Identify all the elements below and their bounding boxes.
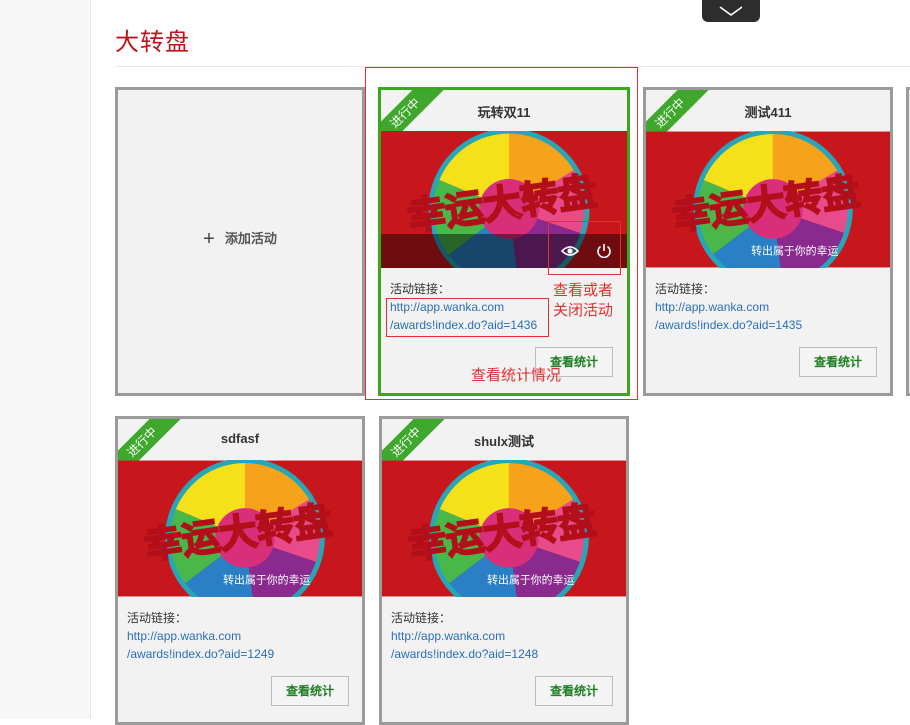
activity-link-label: 活动链接： xyxy=(390,282,451,296)
power-icon[interactable] xyxy=(595,242,613,260)
annotation-view-close-line2: 关闭活动 xyxy=(553,302,614,319)
activity-banner: 幸运大转盘 转出属于你的幸运 xyxy=(646,131,890,268)
activity-banner: 幸运大转盘 xyxy=(381,131,627,268)
activity-link-label: 活动链接： xyxy=(127,611,188,625)
activity-link[interactable]: http://app.wanka.com xyxy=(391,629,505,643)
view-stats-button[interactable]: 查看统计 xyxy=(535,676,613,706)
activity-link[interactable]: http://app.wanka.com xyxy=(390,300,504,314)
hover-action-bar xyxy=(381,234,627,268)
activity-link-path[interactable]: /awards!index.do?aid=1436 xyxy=(390,318,537,332)
activity-link[interactable]: http://app.wanka.com xyxy=(127,629,241,643)
banner-subtitle: 转出属于你的幸运 xyxy=(751,244,838,258)
activity-card: sdfasf 进行中 幸运大转盘 转出属于你的幸运 活动链接： http://a… xyxy=(115,416,365,725)
add-activity-card[interactable]: + 添加活动 xyxy=(115,87,365,396)
activity-link-path[interactable]: /awards!index.do?aid=1248 xyxy=(391,647,538,661)
lucky-wheel-banner: 幸运大转盘 转出属于你的幸运 xyxy=(382,460,626,597)
banner-subtitle: 转出属于你的幸运 xyxy=(223,573,310,587)
activity-card: 测试411 进行中 幸运大转盘 转出属于你的幸运 活动链接： http://ap… xyxy=(643,87,893,396)
activity-card: shulx测试 进行中 幸运大转盘 转出属于你的幸运 活动链接： http://… xyxy=(379,416,629,725)
chevron-down-icon xyxy=(719,6,743,16)
add-activity-label: 添加活动 xyxy=(224,231,277,246)
lucky-wheel-banner: 幸运大转盘 转出属于你的幸运 xyxy=(646,131,890,268)
activity-card: 玩转双11 进行中 幸运大转盘 活动链接： http://app.wanka.c… xyxy=(378,87,630,396)
banner-subtitle: 转出属于你的幸运 xyxy=(487,573,574,587)
activity-banner: 幸运大转盘 转出属于你的幸运 xyxy=(118,460,362,597)
title-divider xyxy=(115,66,910,67)
add-activity-button[interactable]: + 添加活动 xyxy=(118,228,362,251)
activity-card-partial xyxy=(906,87,910,396)
view-stats-button[interactable]: 查看统计 xyxy=(799,347,877,377)
left-rail xyxy=(0,0,91,719)
page-title: 大转盘 xyxy=(115,29,190,56)
activity-banner: 幸运大转盘 转出属于你的幸运 xyxy=(382,460,626,597)
activity-link-path[interactable]: /awards!index.do?aid=1435 xyxy=(655,318,802,332)
annotation-view-stats: 查看统计情况 xyxy=(471,367,562,384)
activity-link-label: 活动链接： xyxy=(655,282,716,296)
eye-icon[interactable] xyxy=(561,242,579,260)
view-stats-button[interactable]: 查看统计 xyxy=(271,676,349,706)
activity-link-label: 活动链接： xyxy=(391,611,452,625)
activity-link[interactable]: http://app.wanka.com xyxy=(655,300,769,314)
activity-link-path[interactable]: /awards!index.do?aid=1249 xyxy=(127,647,274,661)
lucky-wheel-banner: 幸运大转盘 转出属于你的幸运 xyxy=(118,460,362,597)
plus-icon: + xyxy=(203,228,215,250)
collapse-toggle[interactable] xyxy=(702,0,760,22)
annotation-view-close-line1: 查看或者 xyxy=(553,282,614,299)
